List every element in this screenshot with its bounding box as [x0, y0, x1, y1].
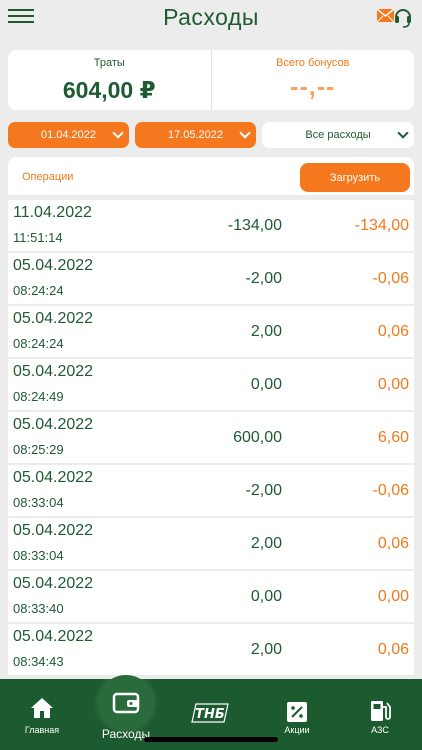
row-amount: 0,00 — [250, 376, 282, 393]
table-row[interactable]: 05.04.2022 08:34:43 2,00 0,06 — [8, 624, 414, 675]
table-row[interactable]: 05.04.2022 08:33:40 0,00 0,00 — [8, 571, 414, 622]
row-amount: -134,00 — [227, 217, 282, 234]
svg-text:ТНБ: ТНБ — [195, 707, 225, 722]
filters-bar: 01.04.2022 17.05.2022 Все расходы — [8, 122, 414, 148]
row-amount: 2,00 — [250, 323, 282, 340]
bonus-cell: Всего бонусов --,-- — [210, 50, 415, 110]
chevron-down-icon — [397, 127, 409, 139]
row-bonus: 6,60 — [377, 429, 409, 446]
row-date: 05.04.2022 — [13, 363, 94, 380]
row-date: 05.04.2022 — [13, 522, 94, 539]
row-time: 11:51:14 — [13, 230, 63, 245]
row-date: 05.04.2022 — [13, 469, 94, 486]
row-date: 05.04.2022 — [13, 257, 94, 274]
date-from-select[interactable]: 01.04.2022 — [8, 122, 129, 148]
expense-type-value: Все расходы — [305, 129, 371, 141]
row-amount: -2,00 — [245, 270, 282, 287]
operations-header: Операции Загрузить — [8, 157, 414, 195]
row-bonus: 0,00 — [377, 588, 409, 605]
operations-label: Операции — [22, 171, 74, 183]
row-amount: 600,00 — [233, 429, 282, 446]
row-bonus: -0,06 — [372, 270, 409, 287]
row-bonus: 0,06 — [377, 641, 409, 658]
chevron-down-icon — [239, 127, 251, 139]
tab-stations[interactable]: АЗС — [338, 679, 422, 750]
tab-stations-label: АЗС — [371, 725, 389, 735]
fuel-pump-icon — [371, 701, 391, 721]
summary-card: Траты 604,00 ₽ Всего бонусов --,-- — [8, 50, 414, 110]
tab-home-label: Главная — [24, 725, 60, 735]
row-date: 05.04.2022 — [13, 310, 94, 327]
row-amount: 2,00 — [250, 535, 282, 552]
spent-cell: Траты 604,00 ₽ — [8, 50, 211, 110]
page-title: Расходы — [163, 4, 259, 30]
operations-list: 11.04.2022 11:51:14 -134,00 -134,00 05.04.20… — [8, 200, 414, 677]
row-time: 08:33:04 — [13, 548, 64, 563]
load-button[interactable]: Загрузить — [300, 163, 410, 192]
home-indicator — [144, 737, 278, 742]
spent-value: 604,00 ₽ — [62, 77, 156, 103]
row-amount: 2,00 — [250, 641, 282, 658]
row-date: 05.04.2022 — [13, 628, 94, 645]
row-time: 08:33:04 — [13, 495, 64, 510]
row-time: 08:34:43 — [13, 654, 64, 669]
table-row[interactable]: 05.04.2022 08:24:24 -2,00 -0,06 — [8, 253, 414, 304]
header: Расходы — [0, 0, 422, 44]
tab-promotions-label: Акции — [284, 725, 310, 735]
tab-home[interactable]: Главная — [0, 679, 84, 750]
date-to-value: 17.05.2022 — [167, 129, 224, 141]
row-bonus: 0,06 — [377, 535, 409, 552]
row-amount: 0,00 — [250, 588, 282, 605]
bonus-label: Всего бонусов — [276, 57, 350, 69]
row-bonus: 0,00 — [377, 376, 409, 393]
row-date: 05.04.2022 — [13, 416, 94, 433]
table-row[interactable]: 05.04.2022 08:25:29 600,00 6,60 — [8, 412, 414, 463]
wallet-icon — [112, 692, 140, 714]
percent-icon — [287, 702, 307, 722]
table-row[interactable]: 11.04.2022 11:51:14 -134,00 -134,00 — [8, 200, 414, 251]
expense-type-select[interactable]: Все расходы — [262, 122, 414, 148]
row-bonus: 0,06 — [377, 323, 409, 340]
chevron-down-icon — [112, 127, 124, 139]
row-time: 08:33:40 — [13, 601, 64, 616]
tnb-logo-icon: ТНБ — [191, 703, 229, 723]
table-row[interactable]: 05.04.2022 08:24:24 2,00 0,06 — [8, 306, 414, 357]
table-row[interactable]: 05.04.2022 08:33:04 2,00 0,06 — [8, 518, 414, 569]
row-time: 08:24:49 — [13, 389, 64, 404]
date-from-value: 01.04.2022 — [40, 129, 97, 141]
row-bonus: -0,06 — [372, 482, 409, 499]
mail-headset-icon[interactable] — [376, 5, 412, 29]
date-to-select[interactable]: 17.05.2022 — [135, 122, 256, 148]
row-amount: -2,00 — [245, 482, 282, 499]
row-bonus: -134,00 — [354, 217, 409, 234]
table-row[interactable]: 05.04.2022 08:24:49 0,00 0,00 — [8, 359, 414, 410]
row-date: 11.04.2022 — [13, 204, 92, 221]
bonus-value: --,-- — [290, 73, 336, 101]
row-time: 08:24:24 — [13, 336, 64, 351]
row-time: 08:25:29 — [13, 442, 64, 457]
home-icon — [31, 698, 53, 718]
spent-label: Траты — [93, 57, 125, 69]
row-date: 05.04.2022 — [13, 575, 94, 592]
row-time: 08:24:24 — [13, 283, 64, 298]
table-row[interactable]: 05.04.2022 08:33:04 -2,00 -0,06 — [8, 465, 414, 516]
